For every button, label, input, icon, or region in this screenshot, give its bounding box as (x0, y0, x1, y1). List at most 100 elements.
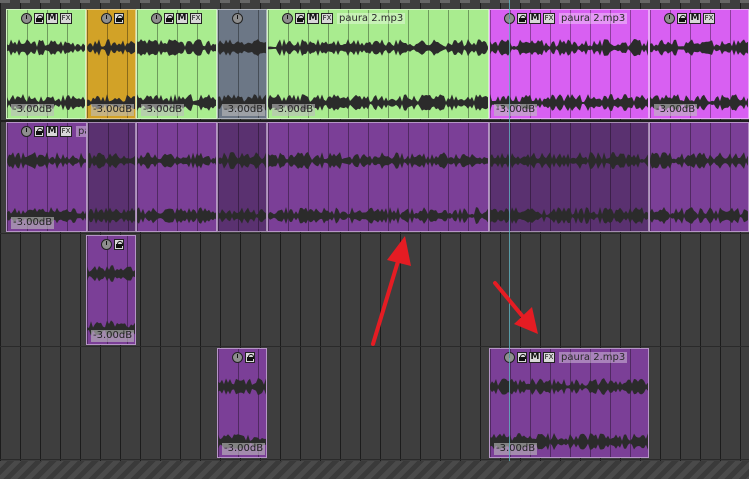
media-item[interactable]: -3.00dB (217, 9, 267, 119)
waveform-right-channel (88, 207, 135, 225)
waveform-right-channel (137, 207, 216, 224)
item-fx-button[interactable]: FX (543, 12, 555, 24)
item-lock-icon[interactable] (114, 238, 124, 250)
media-item[interactable] (87, 122, 136, 232)
item-header: M FX (151, 12, 202, 24)
item-volume-label[interactable]: -3.00dB (11, 104, 55, 116)
waveform-left-channel (490, 378, 648, 396)
item-volume-label[interactable]: -3.00dB (494, 104, 538, 116)
media-item[interactable] (267, 122, 489, 232)
waveform-left-channel (490, 39, 648, 57)
item-mute-button[interactable]: M (689, 12, 701, 24)
waveform-left-channel (88, 152, 135, 169)
item-envelope-knob-icon[interactable] (101, 12, 112, 24)
item-volume-label[interactable]: -3.00dB (222, 443, 266, 455)
item-envelope-knob-icon[interactable] (232, 351, 243, 363)
item-header (232, 351, 255, 363)
media-item[interactable] (489, 122, 649, 232)
item-volume-label[interactable]: -3.00dB (91, 330, 135, 342)
item-mute-button[interactable]: M (529, 12, 541, 24)
media-item[interactable] (136, 122, 217, 232)
item-mute-button[interactable]: M (307, 12, 319, 24)
item-envelope-knob-icon[interactable] (21, 12, 32, 24)
media-item[interactable]: -3.00dB (86, 9, 136, 119)
item-header: MFX paura 2.mp3 (282, 12, 406, 24)
item-header: MFX paura 2.mp3 (504, 12, 628, 24)
item-lock-icon[interactable] (114, 12, 124, 24)
item-header (101, 238, 124, 250)
item-lock-icon[interactable] (295, 12, 305, 24)
item-fx-button[interactable]: FX (543, 351, 555, 363)
item-volume-label[interactable]: -3.00dB (141, 104, 185, 116)
annotation-arrow-up (371, 236, 411, 346)
media-item[interactable] (217, 122, 267, 232)
media-item[interactable]: MFX paura 2.mp3 -3.00dB (489, 348, 649, 458)
item-header: M FX (21, 12, 72, 24)
item-header: MFX paura 2.mp3 (504, 351, 628, 363)
waveform-left-channel (650, 39, 748, 56)
item-mute-button[interactable]: M (176, 12, 188, 24)
item-volume-label[interactable]: -3.00dB (654, 104, 698, 116)
item-lock-icon[interactable] (245, 351, 255, 363)
waveform-right-channel (218, 207, 266, 224)
media-item[interactable]: -3.00dB (217, 348, 267, 458)
item-fx-button[interactable]: FX (60, 12, 72, 24)
empty-track-area (0, 461, 749, 479)
item-lock-icon[interactable] (164, 12, 174, 24)
waveform-left-channel (87, 265, 135, 282)
item-envelope-knob-icon[interactable] (151, 12, 162, 24)
item-volume-label[interactable]: -3.00dB (222, 104, 266, 116)
item-header: M FX (664, 12, 715, 24)
item-envelope-knob-icon[interactable] (21, 125, 32, 137)
waveform-left-channel (87, 39, 135, 57)
item-lock-icon[interactable] (517, 351, 527, 363)
media-item[interactable] (649, 122, 749, 232)
item-fx-button[interactable]: FX (190, 12, 202, 24)
item-lock-icon[interactable] (517, 12, 527, 24)
media-item[interactable]: MFX paura 2.mp3 -3.00dB (6, 122, 87, 232)
waveform-left-channel (7, 152, 86, 170)
waveform-left-channel (137, 152, 216, 169)
item-lock-icon[interactable] (34, 12, 44, 24)
item-volume-label[interactable]: -3.00dB (11, 217, 55, 229)
item-mute-button[interactable]: M (529, 351, 541, 363)
item-envelope-knob-icon[interactable] (101, 238, 112, 250)
item-envelope-knob-icon[interactable] (282, 12, 293, 24)
item-lock-icon[interactable] (677, 12, 687, 24)
track-separator[interactable] (0, 233, 749, 234)
item-lock-icon[interactable] (34, 125, 44, 137)
annotation-arrow-down (493, 281, 538, 334)
media-item[interactable]: M FX -3.00dB (649, 9, 749, 119)
item-header: MFX paura 2.mp3 (21, 125, 86, 137)
item-name: paura 2.mp3 (76, 125, 86, 137)
item-fx-button[interactable]: FX (60, 125, 72, 137)
edit-cursor[interactable] (509, 0, 510, 479)
waveform-right-channel (490, 207, 648, 225)
item-volume-label[interactable]: -3.00dB (91, 104, 135, 116)
item-mute-button[interactable]: M (46, 125, 58, 137)
item-volume-label[interactable]: -3.00dB (494, 443, 538, 455)
waveform-left-channel (137, 39, 216, 57)
media-item[interactable]: M FX -3.00dB (6, 9, 86, 119)
media-item[interactable]: MFX paura 2.mp3 -3.00dB (489, 9, 649, 119)
item-name: paura 2.mp3 (559, 12, 628, 24)
media-item[interactable]: MFX paura 2.mp3 -3.00dB (267, 9, 489, 119)
track-separator[interactable] (0, 459, 749, 460)
item-fx-button[interactable]: FX (703, 12, 715, 24)
waveform-left-channel (268, 39, 488, 57)
item-volume-label[interactable]: -3.00dB (272, 104, 316, 116)
item-header (232, 12, 243, 24)
waveform-right-channel (650, 207, 748, 225)
media-item[interactable]: -3.00dB (86, 235, 136, 345)
waveform-left-channel (218, 152, 266, 170)
media-item[interactable]: M FX -3.00dB (136, 9, 217, 119)
waveform-right-channel (268, 207, 488, 225)
item-mute-button[interactable]: M (46, 12, 58, 24)
arrange-view[interactable]: M FX -3.00dB -3.00dB M FX -3.00dB -3.00dB M FX pau… (0, 0, 749, 479)
item-envelope-knob-icon[interactable] (232, 12, 243, 24)
waveform-left-channel (218, 39, 266, 57)
track-separator[interactable] (0, 346, 749, 347)
item-fx-button[interactable]: FX (321, 12, 333, 24)
item-envelope-knob-icon[interactable] (664, 12, 675, 24)
ruler-ticks (0, 0, 749, 3)
